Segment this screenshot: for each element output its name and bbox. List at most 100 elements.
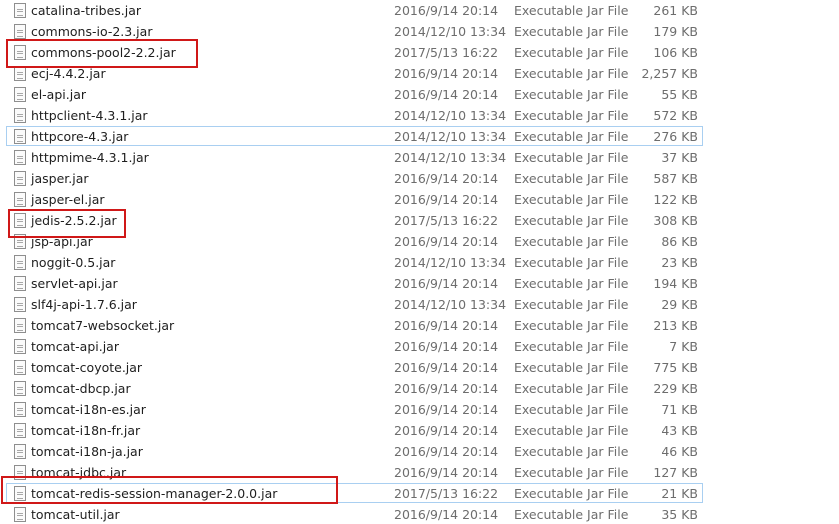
file-type: Executable Jar File: [514, 87, 629, 102]
file-row[interactable]: httpcore-4.3.jar 2014/12/10 13:34 Executab…: [6, 126, 703, 146]
file-type: Executable Jar File: [514, 192, 629, 207]
file-row[interactable]: jedis-2.5.2.jar 2017/5/13 16:22 Executable…: [6, 210, 703, 230]
file-name: tomcat-i18n-ja.jar: [31, 444, 143, 459]
file-row[interactable]: tomcat7-websocket.jar 2016/9/14 20:14 Exec…: [6, 315, 703, 335]
file-row[interactable]: tomcat-i18n-fr.jar 2016/9/14 20:14 Executa…: [6, 420, 703, 440]
file-type: Executable Jar File: [514, 213, 629, 228]
file-row[interactable]: jasper.jar 2016/9/14 20:14 Executable Jar …: [6, 168, 703, 188]
file-row[interactable]: el-api.jar 2016/9/14 20:14 Executable Jar …: [6, 84, 703, 104]
file-type: Executable Jar File: [514, 276, 629, 291]
file-type: Executable Jar File: [514, 255, 629, 270]
file-type: Executable Jar File: [514, 318, 629, 333]
jar-file-icon: [14, 3, 26, 18]
file-type: Executable Jar File: [514, 171, 629, 186]
file-name: jsp-api.jar: [31, 234, 93, 249]
file-row[interactable]: servlet-api.jar 2016/9/14 20:14 Executable…: [6, 273, 703, 293]
file-date-modified: 2016/9/14 20:14: [394, 423, 499, 438]
file-size: 23 KB: [661, 255, 698, 270]
file-type: Executable Jar File: [514, 465, 629, 480]
jar-file-icon: [14, 486, 26, 501]
file-size: 2,257 KB: [641, 66, 698, 81]
file-row[interactable]: commons-pool2-2.2.jar 2017/5/13 16:22 Exec…: [6, 42, 703, 62]
file-size: 43 KB: [661, 423, 698, 438]
file-date-modified: 2017/5/13 16:22: [394, 45, 499, 60]
file-type: Executable Jar File: [514, 66, 629, 81]
file-name: catalina-tribes.jar: [31, 3, 142, 18]
file-row[interactable]: tomcat-dbcp.jar 2016/9/14 20:14 Executable…: [6, 378, 703, 398]
file-row[interactable]: tomcat-i18n-ja.jar 2016/9/14 20:14 Executa…: [6, 441, 703, 461]
jar-file-icon: [14, 297, 26, 312]
file-row[interactable]: tomcat-coyote.jar 2016/9/14 20:14 Executab…: [6, 357, 703, 377]
jar-file-icon: [14, 108, 26, 123]
file-name: servlet-api.jar: [31, 276, 118, 291]
file-size: 7 KB: [669, 339, 698, 354]
file-row[interactable]: tomcat-api.jar 2016/9/14 20:14 Executable …: [6, 336, 703, 356]
file-list: catalina-tribes.jar 2016/9/14 20:14 Execut…: [0, 0, 839, 522]
file-row[interactable]: jsp-api.jar 2016/9/14 20:14 Executable Jar…: [6, 231, 703, 251]
file-row[interactable]: commons-io-2.3.jar 2014/12/10 13:34 Execut…: [6, 21, 703, 41]
file-size: 229 KB: [653, 381, 698, 396]
file-size: 35 KB: [661, 507, 698, 522]
file-name: tomcat-coyote.jar: [31, 360, 143, 375]
file-row[interactable]: jasper-el.jar 2016/9/14 20:14 Executable J…: [6, 189, 703, 209]
file-size: 179 KB: [653, 24, 698, 39]
file-size: 775 KB: [653, 360, 698, 375]
jar-file-icon: [14, 255, 26, 270]
file-type: Executable Jar File: [514, 129, 629, 144]
file-date-modified: 2016/9/14 20:14: [394, 360, 499, 375]
file-size: 276 KB: [653, 129, 698, 144]
file-date-modified: 2017/5/13 16:22: [394, 486, 499, 501]
file-size: 55 KB: [661, 87, 698, 102]
file-name: tomcat-redis-session-manager-2.0.0.jar: [31, 486, 278, 501]
file-size: 122 KB: [653, 192, 698, 207]
file-name: tomcat-dbcp.jar: [31, 381, 131, 396]
file-date-modified: 2016/9/14 20:14: [394, 465, 499, 480]
file-size: 213 KB: [653, 318, 698, 333]
file-name: jasper.jar: [31, 171, 89, 186]
file-date-modified: 2014/12/10 13:34: [394, 108, 507, 123]
jar-file-icon: [14, 87, 26, 102]
file-row[interactable]: tomcat-i18n-es.jar 2016/9/14 20:14 Executa…: [6, 399, 703, 419]
file-size: 29 KB: [661, 297, 698, 312]
file-date-modified: 2014/12/10 13:34: [394, 129, 507, 144]
file-type: Executable Jar File: [514, 234, 629, 249]
file-name: jasper-el.jar: [31, 192, 105, 207]
jar-file-icon: [14, 234, 26, 249]
file-name: tomcat-i18n-es.jar: [31, 402, 146, 417]
jar-file-icon: [14, 444, 26, 459]
file-row[interactable]: slf4j-api-1.7.6.jar 2014/12/10 13:34 Execu…: [6, 294, 703, 314]
file-date-modified: 2016/9/14 20:14: [394, 507, 499, 522]
jar-file-icon: [14, 24, 26, 39]
file-date-modified: 2016/9/14 20:14: [394, 444, 499, 459]
file-name: jedis-2.5.2.jar: [31, 213, 117, 228]
file-type: Executable Jar File: [514, 45, 629, 60]
file-name: commons-io-2.3.jar: [31, 24, 153, 39]
file-type: Executable Jar File: [514, 423, 629, 438]
file-name: slf4j-api-1.7.6.jar: [31, 297, 137, 312]
file-size: 106 KB: [653, 45, 698, 60]
file-row[interactable]: tomcat-util.jar 2016/9/14 20:14 Executable…: [6, 504, 703, 524]
file-date-modified: 2014/12/10 13:34: [394, 255, 507, 270]
file-date-modified: 2016/9/14 20:14: [394, 3, 499, 18]
file-name: tomcat-i18n-fr.jar: [31, 423, 141, 438]
file-row[interactable]: tomcat-redis-session-manager-2.0.0.jar 20…: [6, 483, 703, 503]
file-date-modified: 2017/5/13 16:22: [394, 213, 499, 228]
file-row[interactable]: httpmime-4.3.1.jar 2014/12/10 13:34 Execut…: [6, 147, 703, 167]
file-row[interactable]: noggit-0.5.jar 2014/12/10 13:34 Executable…: [6, 252, 703, 272]
jar-file-icon: [14, 276, 26, 291]
file-row[interactable]: ecj-4.4.2.jar 2016/9/14 20:14 Executable J…: [6, 63, 703, 83]
file-row[interactable]: httpclient-4.3.1.jar 2014/12/10 13:34 Exec…: [6, 105, 703, 125]
jar-file-icon: [14, 423, 26, 438]
file-date-modified: 2016/9/14 20:14: [394, 171, 499, 186]
file-row[interactable]: catalina-tribes.jar 2016/9/14 20:14 Execut…: [6, 0, 703, 20]
file-row[interactable]: tomcat-jdbc.jar 2016/9/14 20:14 Executable…: [6, 462, 703, 482]
file-size: 86 KB: [661, 234, 698, 249]
file-name: noggit-0.5.jar: [31, 255, 116, 270]
file-name: el-api.jar: [31, 87, 86, 102]
jar-file-icon: [14, 129, 26, 144]
file-type: Executable Jar File: [514, 402, 629, 417]
file-name: tomcat-api.jar: [31, 339, 119, 354]
file-size: 572 KB: [653, 108, 698, 123]
file-type: Executable Jar File: [514, 381, 629, 396]
file-size: 127 KB: [653, 465, 698, 480]
